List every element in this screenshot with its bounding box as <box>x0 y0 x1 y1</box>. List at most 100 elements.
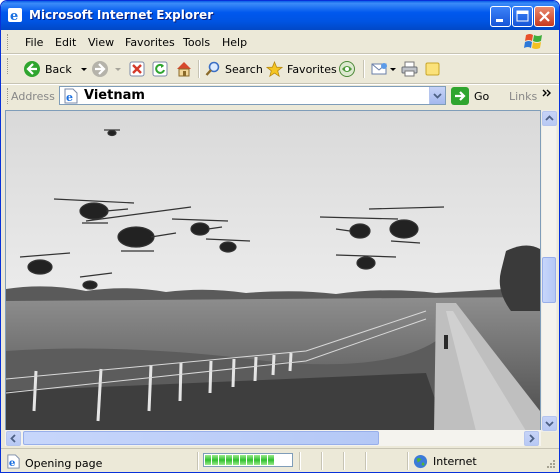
progress-block <box>205 455 211 465</box>
chevron-right-double-icon[interactable] <box>542 88 552 100</box>
zone-label: Internet <box>433 455 477 468</box>
progress-block <box>226 455 232 465</box>
back-label: Back <box>45 62 72 76</box>
address-value: Vietnam <box>84 88 145 103</box>
back-arrow-icon <box>24 61 40 77</box>
ie-logo-icon: e <box>8 8 22 23</box>
search-label: Search <box>225 62 263 76</box>
menu-bar: File Edit View Favorites Tools Help <box>5 31 557 53</box>
windows-logo-icon <box>524 34 542 49</box>
refresh-button[interactable] <box>152 59 168 79</box>
favorites-label: Favorites <box>287 62 337 76</box>
mail-button[interactable] <box>371 59 397 79</box>
progress-block <box>247 455 253 465</box>
svg-text:e: e <box>66 91 73 104</box>
toolbar-separator <box>363 60 365 78</box>
close-button[interactable] <box>534 6 555 27</box>
chevron-left-icon <box>10 434 16 443</box>
printer-icon <box>401 61 418 77</box>
maximize-button[interactable] <box>512 6 533 27</box>
progress-block <box>219 455 225 465</box>
scroll-down-button[interactable] <box>542 416 557 431</box>
chevron-down-icon <box>433 93 442 99</box>
media-icon <box>339 61 355 77</box>
title-bar[interactable]: e Microsoft Internet Explorer <box>1 1 559 30</box>
address-dropdown-button[interactable] <box>429 87 445 104</box>
progress-block <box>240 455 246 465</box>
menu-help[interactable]: Help <box>222 36 247 49</box>
close-icon <box>539 11 550 22</box>
scroll-up-button[interactable] <box>542 111 557 126</box>
maximize-icon <box>516 10 529 22</box>
mail-dropdown-icon[interactable] <box>389 63 397 75</box>
home-icon <box>177 62 191 77</box>
menu-file[interactable]: File <box>25 36 43 49</box>
status-separator <box>407 452 409 470</box>
menu-tools[interactable]: Tools <box>183 36 210 49</box>
toolbar-separator <box>198 60 200 78</box>
minimize-button[interactable] <box>490 6 511 27</box>
toolbar-grip <box>7 58 11 74</box>
forward-button[interactable] <box>91 59 123 79</box>
favorites-button[interactable]: Favorites <box>266 59 337 79</box>
status-separator <box>299 452 301 470</box>
minimize-icon <box>496 19 503 22</box>
chevron-up-icon <box>545 115 554 121</box>
refresh-icon <box>152 61 168 77</box>
menu-favorites[interactable]: Favorites <box>125 36 175 49</box>
forward-dropdown-icon[interactable] <box>113 63 123 75</box>
status-separator <box>197 452 199 470</box>
chevron-down-icon <box>545 421 554 427</box>
svg-text:e: e <box>9 457 16 469</box>
page-icon: e <box>64 88 78 104</box>
back-button[interactable]: Back <box>23 59 90 79</box>
status-separator <box>321 452 323 470</box>
standard-toolbar: Back Search Favorites <box>5 55 557 83</box>
address-bar: Address e Vietnam Go Links <box>5 85 557 107</box>
progress-bar <box>203 453 293 467</box>
links-label[interactable]: Links <box>509 90 537 103</box>
search-button[interactable]: Search <box>205 59 263 79</box>
progress-block <box>254 455 260 465</box>
progress-block <box>261 455 267 465</box>
progress-block <box>212 455 218 465</box>
internet-globe-icon <box>413 454 428 469</box>
edit-note-icon <box>425 62 440 76</box>
menu-grip <box>7 34 11 50</box>
back-dropdown-icon[interactable] <box>78 63 90 75</box>
horizontal-scroll-thumb[interactable] <box>23 431 379 445</box>
address-input[interactable]: e Vietnam <box>59 86 446 105</box>
status-separator <box>365 452 367 470</box>
home-button[interactable] <box>175 59 193 79</box>
status-text: Opening page <box>25 457 103 470</box>
stop-button[interactable] <box>129 59 145 79</box>
horizontal-scrollbar[interactable] <box>5 430 541 446</box>
resize-grip-icon[interactable] <box>544 459 556 471</box>
chevron-right-icon <box>529 434 535 443</box>
progress-block <box>233 455 239 465</box>
browser-window: e Microsoft Internet Explorer File Edit … <box>0 0 560 473</box>
vertical-scroll-thumb[interactable] <box>542 257 556 303</box>
page-loading-icon: e <box>7 454 20 469</box>
go-button[interactable]: Go <box>451 86 489 106</box>
status-bar: e Opening page Internet <box>1 448 559 472</box>
stop-icon <box>129 61 145 77</box>
edit-button[interactable] <box>425 59 441 79</box>
progress-block <box>268 455 274 465</box>
media-button[interactable] <box>338 59 356 79</box>
vertical-scrollbar[interactable] <box>541 110 557 432</box>
scroll-right-button[interactable] <box>524 431 539 446</box>
security-zone[interactable]: Internet <box>413 454 477 469</box>
menu-edit[interactable]: Edit <box>55 36 76 49</box>
print-button[interactable] <box>401 59 418 79</box>
status-separator <box>343 452 345 470</box>
menu-view[interactable]: View <box>88 36 114 49</box>
svg-text:e: e <box>10 9 18 23</box>
window-title: Microsoft Internet Explorer <box>29 8 214 22</box>
helicopters-photo <box>6 111 540 431</box>
go-label: Go <box>474 89 490 103</box>
favorites-star-icon <box>266 60 283 77</box>
forward-arrow-icon <box>92 61 108 77</box>
scroll-left-button[interactable] <box>6 431 21 446</box>
address-label: Address <box>11 90 55 103</box>
